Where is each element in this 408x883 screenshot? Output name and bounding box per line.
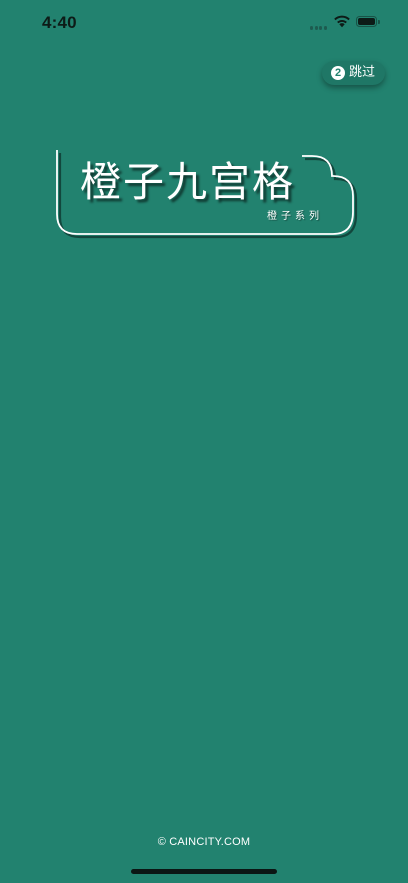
copyright-text: © CAINCITY.COM	[157, 836, 251, 848]
splash-screen: 4:40 2 跳过 橙子九宫格 橙子系列 © CAINCITY.COM	[0, 0, 408, 883]
app-logo: 橙子九宫格 橙子系列	[50, 145, 360, 245]
skip-label: 跳过	[349, 65, 376, 80]
battery-icon	[356, 16, 381, 28]
logo-subtitle: 橙子系列	[267, 211, 323, 222]
status-time: 4:40	[42, 13, 77, 32]
battery-body	[356, 16, 377, 27]
wifi-icon	[334, 15, 350, 28]
skip-countdown-badge: 2	[331, 66, 345, 80]
logo-title: 橙子九宫格	[80, 158, 295, 206]
battery-level	[358, 18, 375, 25]
cellular-signal-icon	[310, 24, 327, 30]
status-bar: 4:40	[0, 0, 408, 46]
skip-button[interactable]: 2 跳过	[322, 61, 385, 85]
battery-cap	[378, 20, 380, 24]
home-indicator[interactable]	[131, 869, 277, 874]
